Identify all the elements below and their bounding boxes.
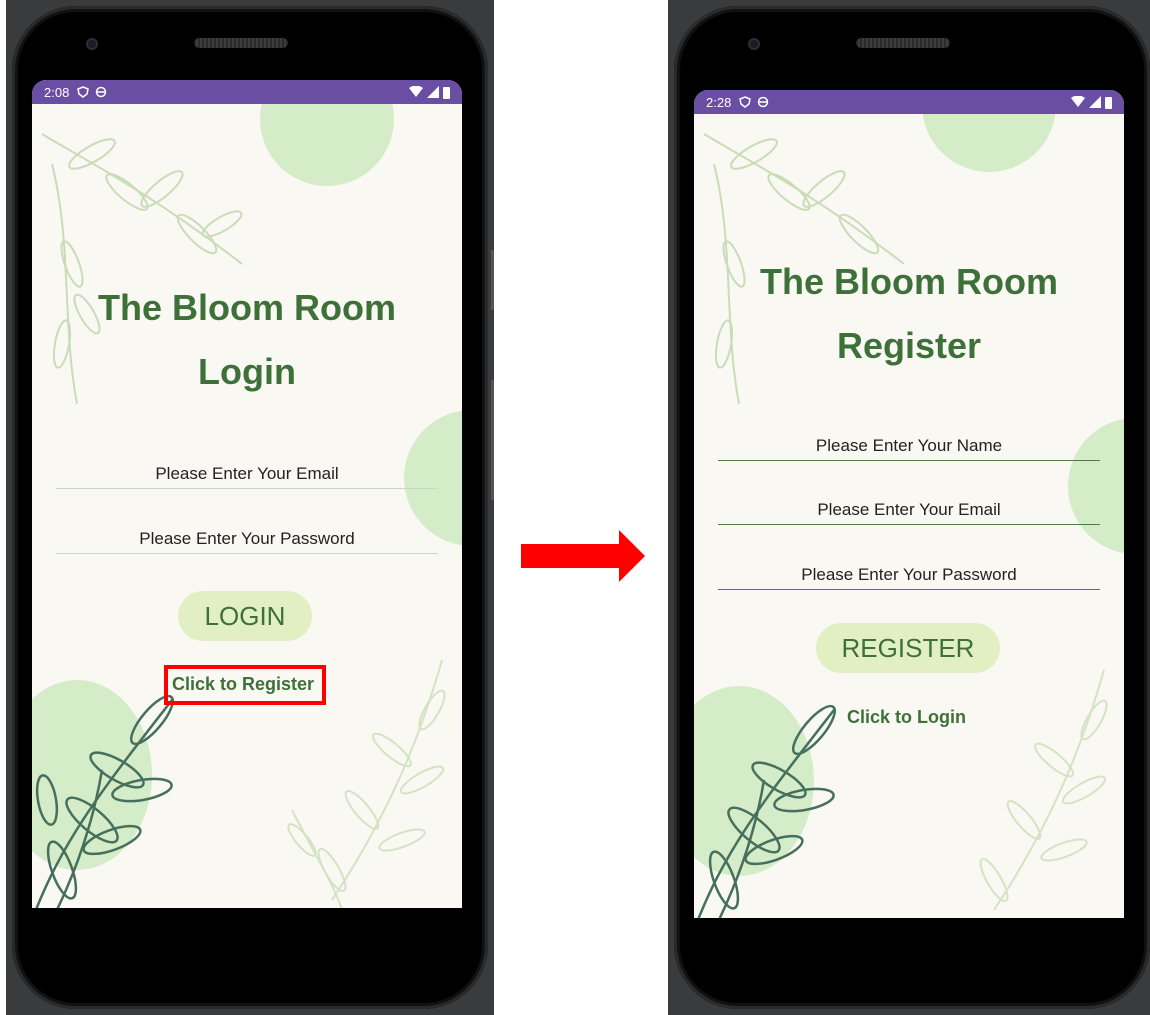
volume-button — [491, 250, 494, 310]
signal-icon — [427, 86, 439, 98]
email-field[interactable] — [56, 460, 438, 489]
battery-icon — [443, 86, 450, 99]
email-field-wrap — [718, 496, 1100, 525]
email-field[interactable] — [718, 496, 1100, 525]
register-button[interactable]: REGISTER — [816, 623, 1000, 673]
wifi-icon — [1071, 96, 1085, 107]
app-title: The Bloom Room — [760, 261, 1058, 302]
wifi-icon — [409, 86, 423, 97]
shield-icon — [739, 96, 752, 108]
leaf-plant-icon — [35, 694, 174, 908]
app-title: The Bloom Room — [98, 287, 396, 328]
sync-icon — [758, 96, 769, 108]
battery-icon — [1105, 96, 1112, 109]
power-button — [491, 380, 494, 500]
name-field[interactable] — [718, 432, 1100, 461]
status-time: 2:08 — [44, 84, 70, 100]
password-field-wrap — [56, 525, 438, 554]
left-phone: 2:08 The Bloom Room Login LOGIN Click to… — [6, 0, 494, 1015]
shield-icon — [77, 86, 90, 98]
status-bar: 2:08 — [32, 80, 462, 104]
highlight-box — [164, 665, 326, 705]
login-link[interactable]: Click to Login — [847, 707, 966, 728]
speaker-grille — [856, 38, 950, 48]
email-field-wrap — [56, 460, 438, 489]
signal-icon — [1089, 96, 1101, 108]
password-field[interactable] — [56, 525, 438, 554]
register-screen: 2:28 The Bloom Room Register REGISTER Cl… — [694, 90, 1124, 918]
name-field-wrap — [718, 432, 1100, 461]
password-field-wrap — [718, 561, 1100, 590]
login-button[interactable]: LOGIN — [178, 591, 312, 641]
leaf-branch-icon — [979, 669, 1108, 911]
page-title: Register — [836, 325, 982, 366]
status-time: 2:28 — [706, 94, 732, 110]
password-field[interactable] — [718, 561, 1100, 590]
login-screen: 2:08 The Bloom Room Login LOGIN Click to… — [32, 80, 462, 908]
sync-icon — [96, 86, 107, 98]
camera-icon — [748, 38, 760, 50]
speaker-grille — [194, 38, 288, 48]
status-bar: 2:28 — [694, 90, 1124, 114]
camera-icon — [86, 38, 98, 50]
arrow-right-icon — [521, 530, 645, 582]
right-phone: 2:28 The Bloom Room Register REGISTER Cl… — [668, 0, 1150, 1015]
page-title: Login — [198, 351, 296, 392]
